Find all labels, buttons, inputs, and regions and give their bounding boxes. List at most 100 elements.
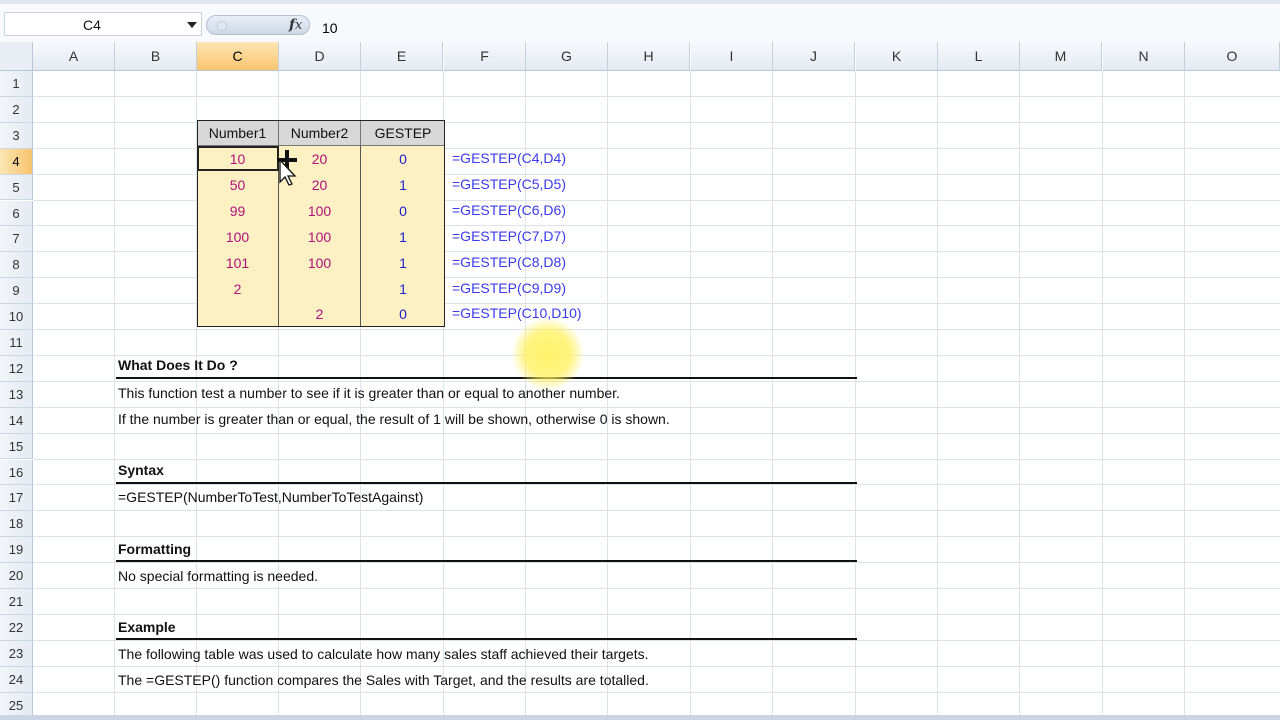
gestep-result-cell[interactable]: 0 — [361, 146, 445, 172]
row-header-15[interactable]: 15 — [0, 433, 33, 460]
row-header-13[interactable]: 13 — [0, 381, 33, 408]
number1-cell[interactable] — [197, 301, 279, 328]
column-header-d[interactable]: D — [279, 42, 361, 71]
example-heading: Example — [118, 619, 176, 635]
spreadsheet-grid[interactable]: ABCDEFGHIJKLMNO 1 2 3 4 5 6 7 8 9 10 11 12 13 14 15 16 1… — [0, 42, 1280, 715]
column-header-h[interactable]: H — [608, 42, 690, 71]
what-line-2: If the number is greater than or equal, … — [118, 411, 670, 427]
column-header-b[interactable]: B — [115, 42, 197, 71]
gridline — [1019, 71, 1020, 715]
column-header-i[interactable]: I — [691, 42, 773, 71]
row-header-24[interactable]: 24 — [0, 666, 33, 693]
table-header-gestep: GESTEP — [361, 120, 445, 146]
number1-cell[interactable]: 50 — [197, 171, 279, 198]
formula-input[interactable]: 10 — [322, 20, 338, 36]
row-header-22[interactable]: 22 — [0, 614, 33, 641]
row-header-6[interactable]: 6 — [0, 200, 33, 227]
number1-cell[interactable]: 101 — [197, 249, 279, 276]
column-header-m[interactable]: M — [1020, 42, 1102, 71]
gridline — [33, 536, 1280, 538]
row-header-10[interactable]: 10 — [0, 304, 33, 330]
name-box[interactable]: C4 — [4, 12, 202, 36]
gestep-result-cell[interactable]: 1 — [361, 249, 445, 276]
active-cell-c4[interactable] — [197, 146, 279, 171]
horizontal-scrollbar[interactable] — [0, 715, 1280, 720]
column-header-c[interactable]: C — [197, 42, 279, 71]
formula-text[interactable]: =GESTEP(C5,D5) — [452, 176, 566, 192]
example-line-2: The =GESTEP() function compares the Sale… — [118, 672, 649, 688]
syntax-heading: Syntax — [118, 462, 164, 478]
row-header-8[interactable]: 8 — [0, 252, 33, 279]
select-all-corner[interactable] — [0, 42, 33, 71]
gridline — [33, 354, 1280, 356]
column-header-j[interactable]: J — [773, 42, 855, 71]
number2-cell[interactable]: 100 — [279, 223, 361, 250]
row-header-25[interactable]: 25 — [0, 692, 33, 715]
table-header-number2: Number2 — [279, 120, 361, 146]
column-header-o[interactable]: O — [1185, 42, 1280, 71]
gestep-result-cell[interactable]: 1 — [361, 223, 445, 250]
formula-text[interactable]: =GESTEP(C7,D7) — [452, 228, 566, 244]
column-header-k[interactable]: K — [856, 42, 938, 71]
row-header-9[interactable]: 9 — [0, 278, 33, 305]
gridline — [772, 71, 773, 715]
number1-cell[interactable]: 2 — [197, 275, 279, 302]
cursor-highlight — [512, 318, 584, 390]
row-header-14[interactable]: 14 — [0, 407, 33, 434]
section-rule — [116, 560, 857, 562]
number2-cell[interactable]: 2 — [279, 301, 361, 328]
row-header-3[interactable]: 3 — [0, 122, 33, 149]
gridline — [33, 380, 1280, 382]
column-header-g[interactable]: G — [526, 42, 608, 71]
gridline — [33, 458, 1280, 460]
row-header-1[interactable]: 1 — [0, 71, 33, 97]
row-header-18[interactable]: 18 — [0, 511, 33, 538]
formatting-line: No special formatting is needed. — [118, 568, 318, 584]
resize-handle-icon[interactable] — [217, 21, 227, 31]
column-header-f[interactable]: F — [444, 42, 526, 71]
insert-function-icon[interactable]: fx — [289, 17, 302, 33]
gestep-result-cell[interactable]: 0 — [361, 197, 445, 224]
row-header-2[interactable]: 2 — [0, 96, 33, 123]
gridline — [33, 665, 1280, 667]
gridline — [690, 71, 691, 715]
row-header-16[interactable]: 16 — [0, 459, 33, 486]
number2-cell[interactable]: 100 — [279, 249, 361, 276]
formula-text[interactable]: =GESTEP(C10,D10) — [452, 305, 582, 321]
row-header-17[interactable]: 17 — [0, 485, 33, 512]
gestep-result-cell[interactable]: 0 — [361, 301, 445, 328]
row-header-20[interactable]: 20 — [0, 563, 33, 589]
row-header-5[interactable]: 5 — [0, 174, 33, 201]
formula-text[interactable]: =GESTEP(C4,D4) — [452, 150, 566, 166]
row-header-11[interactable]: 11 — [0, 330, 33, 356]
number1-cell[interactable]: 99 — [197, 197, 279, 224]
gestep-result-cell[interactable]: 1 — [361, 171, 445, 198]
chevron-down-icon[interactable] — [187, 22, 197, 28]
formula-text[interactable]: =GESTEP(C9,D9) — [452, 280, 566, 296]
table-header-number1: Number1 — [197, 120, 279, 146]
section-rule — [116, 377, 857, 379]
row-header-23[interactable]: 23 — [0, 640, 33, 667]
what-heading: What Does It Do ? — [118, 357, 238, 373]
row-header-21[interactable]: 21 — [0, 589, 33, 615]
row-header-12[interactable]: 12 — [0, 355, 33, 382]
row-header-7[interactable]: 7 — [0, 226, 33, 253]
formula-text[interactable]: =GESTEP(C8,D8) — [452, 254, 566, 270]
move-cursor-icon — [277, 150, 297, 186]
number2-cell[interactable] — [279, 275, 361, 302]
syntax-line: =GESTEP(NumberToTest,NumberToTestAgainst… — [118, 489, 424, 505]
column-header-l[interactable]: L — [938, 42, 1020, 71]
gridline — [937, 71, 938, 715]
gridline — [1102, 71, 1103, 715]
column-header-e[interactable]: E — [361, 42, 443, 71]
gestep-result-cell[interactable]: 1 — [361, 275, 445, 302]
number2-cell[interactable]: 100 — [279, 197, 361, 224]
gridline — [1184, 71, 1185, 715]
column-header-n[interactable]: N — [1103, 42, 1185, 71]
formula-text[interactable]: =GESTEP(C6,D6) — [452, 202, 566, 218]
column-header-a[interactable]: A — [33, 42, 115, 71]
row-header-4[interactable]: 4 — [0, 148, 33, 175]
row-header-19[interactable]: 19 — [0, 537, 33, 564]
section-rule — [116, 638, 857, 640]
number1-cell[interactable]: 100 — [197, 223, 279, 250]
